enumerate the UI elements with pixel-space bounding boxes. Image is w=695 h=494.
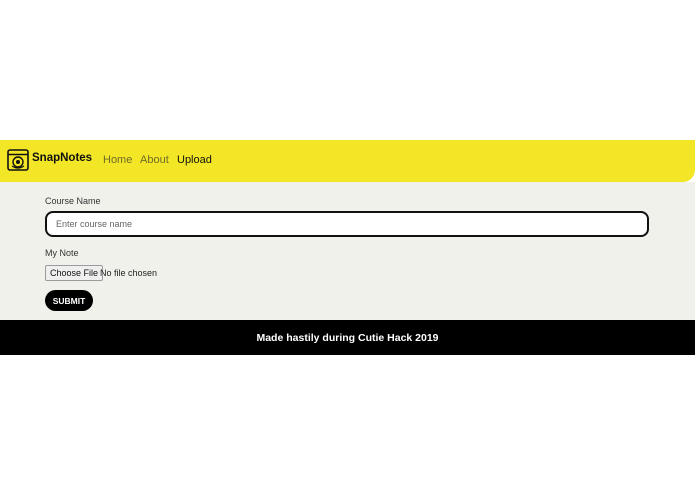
- top-blank-area: [0, 0, 695, 140]
- my-note-label: My Note: [45, 248, 79, 258]
- choose-file-button[interactable]: Choose File: [45, 265, 104, 281]
- course-name-label: Course Name: [45, 196, 101, 206]
- footer-text: Made hastily during Cutie Hack 2019: [256, 331, 439, 344]
- navbar: SnapNotes Home About Upload: [0, 140, 695, 182]
- nav-link-about[interactable]: About: [140, 154, 169, 166]
- nav-link-home[interactable]: Home: [103, 154, 132, 166]
- nav-link-upload[interactable]: Upload: [177, 154, 212, 166]
- file-status-text: No file chosen: [100, 268, 158, 278]
- camera-icon[interactable]: [7, 149, 29, 171]
- submit-button[interactable]: SUBMIT: [45, 290, 93, 311]
- brand-name[interactable]: SnapNotes: [32, 152, 92, 164]
- bottom-blank-area: [0, 355, 695, 494]
- course-name-input[interactable]: [45, 211, 649, 237]
- footer: Made hastily during Cutie Hack 2019: [0, 320, 695, 355]
- upload-form-section: Course Name My Note Choose File No file …: [0, 182, 695, 320]
